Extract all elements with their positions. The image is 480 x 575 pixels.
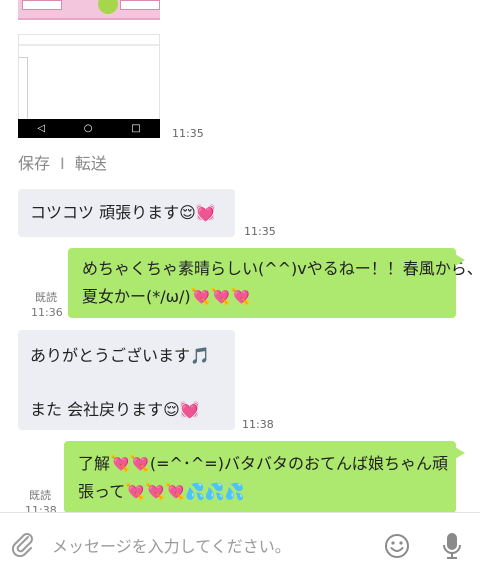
message-time: 11:38 bbox=[242, 418, 274, 431]
read-label: 既読 bbox=[29, 489, 51, 502]
microphone-icon[interactable] bbox=[440, 531, 464, 561]
android-nav-bar: ◁ ○ □ bbox=[18, 119, 160, 138]
incoming-message-bubble[interactable]: ありがとうございます🎵 また 会社戻ります😌💓 bbox=[18, 330, 235, 430]
thumbnail-badge bbox=[98, 0, 118, 14]
message-text-line: 夏女かー(*/ω/)💘💘💘 bbox=[82, 287, 251, 306]
message-time: 11:35 bbox=[172, 127, 204, 140]
back-icon: ◁ bbox=[37, 123, 46, 134]
image-thumbnail-top[interactable] bbox=[18, 0, 160, 20]
message-text: コツコツ 頑張ります😌💓 bbox=[30, 203, 216, 222]
screenshot-box bbox=[19, 57, 28, 121]
read-receipt: 既読 11:36 bbox=[31, 290, 63, 320]
action-separator: I bbox=[60, 154, 65, 173]
thumbnail-cell bbox=[120, 0, 160, 10]
forward-button[interactable]: 転送 bbox=[75, 154, 107, 173]
save-button[interactable]: 保存 bbox=[18, 154, 50, 173]
thumbnail-cell bbox=[22, 0, 62, 10]
screenshot-image[interactable]: ◁ ○ □ bbox=[18, 34, 160, 138]
paperclip-icon[interactable] bbox=[10, 531, 36, 557]
message-input[interactable] bbox=[50, 531, 374, 561]
message-input-bar bbox=[0, 512, 480, 575]
smiley-icon[interactable] bbox=[384, 533, 410, 559]
message-text-line: めちゃくちゃ素晴らしい(^^)vやるねー！！春風から、 bbox=[82, 259, 480, 278]
message-text-line: 張って💘💘💘💦💦💦 bbox=[78, 482, 245, 501]
message-time: 11:35 bbox=[244, 225, 276, 238]
image-actions: 保存 I 転送 bbox=[18, 150, 107, 174]
incoming-message-bubble[interactable]: コツコツ 頑張ります😌💓 bbox=[18, 189, 235, 237]
message-text-line: ありがとうございます🎵 bbox=[30, 346, 210, 365]
message-text-line: 了解💘💘(=^･^=)バタバタのおてんば娘ちゃん頑 bbox=[78, 454, 448, 473]
read-label: 既読 bbox=[35, 291, 57, 304]
home-icon: ○ bbox=[83, 123, 93, 134]
recents-icon: □ bbox=[131, 123, 141, 134]
message-time: 11:36 bbox=[31, 306, 63, 319]
message-text-line: また 会社戻ります😌💓 bbox=[30, 400, 200, 419]
screenshot-divider bbox=[19, 44, 159, 46]
outgoing-message-bubble[interactable]: めちゃくちゃ素晴らしい(^^)vやるねー！！春風から、 夏女かー(*/ω/)💘💘… bbox=[68, 248, 480, 318]
outgoing-message-bubble[interactable]: 了解💘💘(=^･^=)バタバタのおてんば娘ちゃん頑 張って💘💘💘💦💦💦 bbox=[64, 441, 465, 513]
